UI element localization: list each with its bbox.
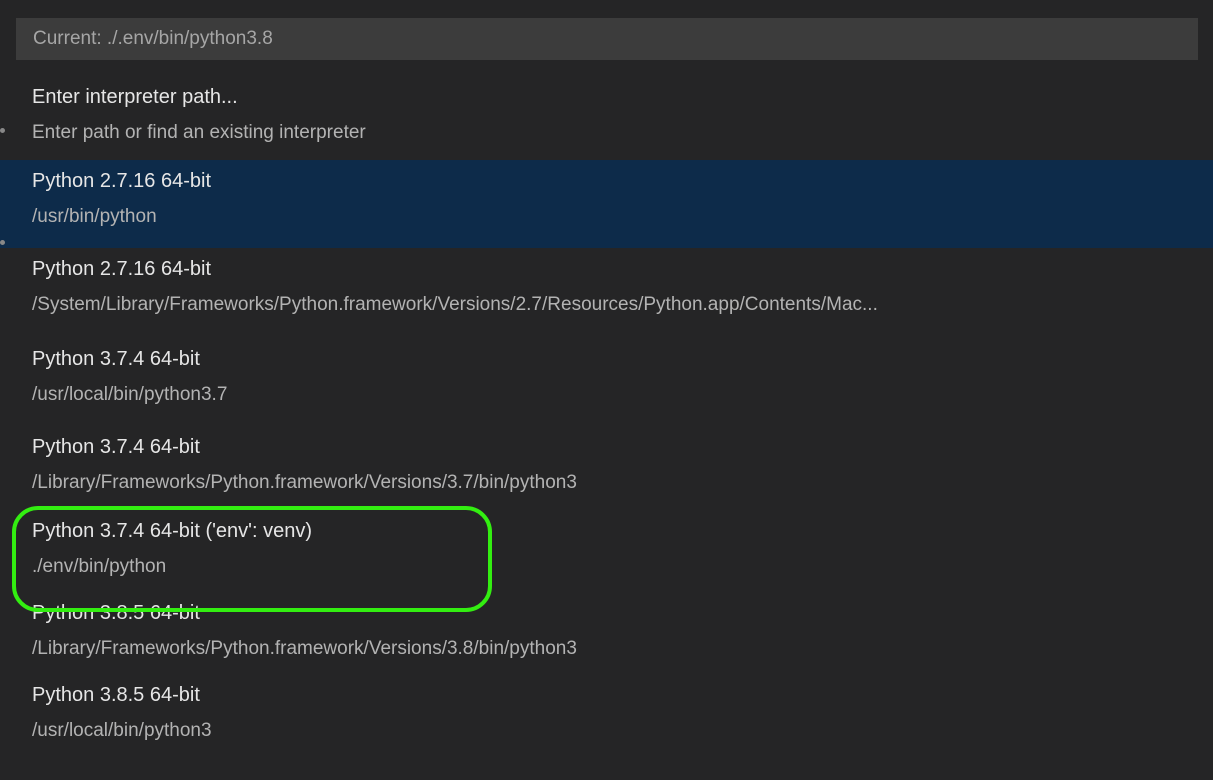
list-item-python-2-7-16-usr-bin[interactable]: Python 2.7.16 64-bit /usr/bin/python (0, 160, 1213, 248)
interpreter-list: Enter interpreter path... Enter path or … (0, 76, 1213, 770)
list-item-label: Python 3.7.4 64-bit (32, 348, 200, 370)
list-item-python-3-8-5-usr-local[interactable]: Python 3.8.5 64-bit /usr/local/bin/pytho… (0, 682, 1213, 770)
edge-marker-dot (0, 240, 5, 245)
list-item-description: Enter path or find an existing interpret… (32, 122, 366, 143)
edge-marker-dot (0, 128, 5, 133)
list-item-label: Python 3.8.5 64-bit (32, 602, 200, 624)
list-item-label: Python 2.7.16 64-bit (32, 170, 212, 192)
list-item-label: Python 2.7.16 64-bit (32, 258, 212, 280)
list-item-label: Python 3.7.4 64-bit ('env': venv) (32, 520, 313, 542)
interpreter-search-input[interactable] (33, 28, 1197, 50)
list-item-label: Enter interpreter path... (32, 86, 238, 108)
list-item-python-3-8-5-library[interactable]: Python 3.8.5 64-bit /Library/Frameworks/… (0, 598, 1213, 682)
list-item-description: /System/Library/Frameworks/Python.framew… (32, 294, 878, 315)
interpreter-quick-pick: Enter interpreter path... Enter path or … (0, 0, 1213, 780)
list-item-label: Python 3.8.5 64-bit (32, 684, 200, 706)
list-item-python-3-7-4-env-venv[interactable]: Python 3.7.4 64-bit ('env': venv) ./env/… (0, 510, 1213, 598)
list-item-python-2-7-16-system[interactable]: Python 2.7.16 64-bit /System/Library/Fra… (0, 248, 1213, 338)
list-item-description: /Library/Frameworks/Python.framework/Ver… (32, 638, 577, 659)
list-item-label: Python 3.7.4 64-bit (32, 436, 200, 458)
list-item-enter-interpreter-path[interactable]: Enter interpreter path... Enter path or … (0, 76, 1213, 160)
list-item-python-3-7-4-library[interactable]: Python 3.7.4 64-bit /Library/Frameworks/… (0, 426, 1213, 510)
list-item-description: /usr/bin/python (32, 206, 157, 227)
list-item-description: /usr/local/bin/python3 (32, 720, 212, 741)
interpreter-search-box[interactable] (16, 18, 1198, 60)
list-item-python-3-7-4-usr-local[interactable]: Python 3.7.4 64-bit /usr/local/bin/pytho… (0, 338, 1213, 426)
list-item-description: /Library/Frameworks/Python.framework/Ver… (32, 472, 577, 493)
list-item-description: /usr/local/bin/python3.7 (32, 384, 228, 405)
list-item-description: ./env/bin/python (32, 556, 167, 577)
